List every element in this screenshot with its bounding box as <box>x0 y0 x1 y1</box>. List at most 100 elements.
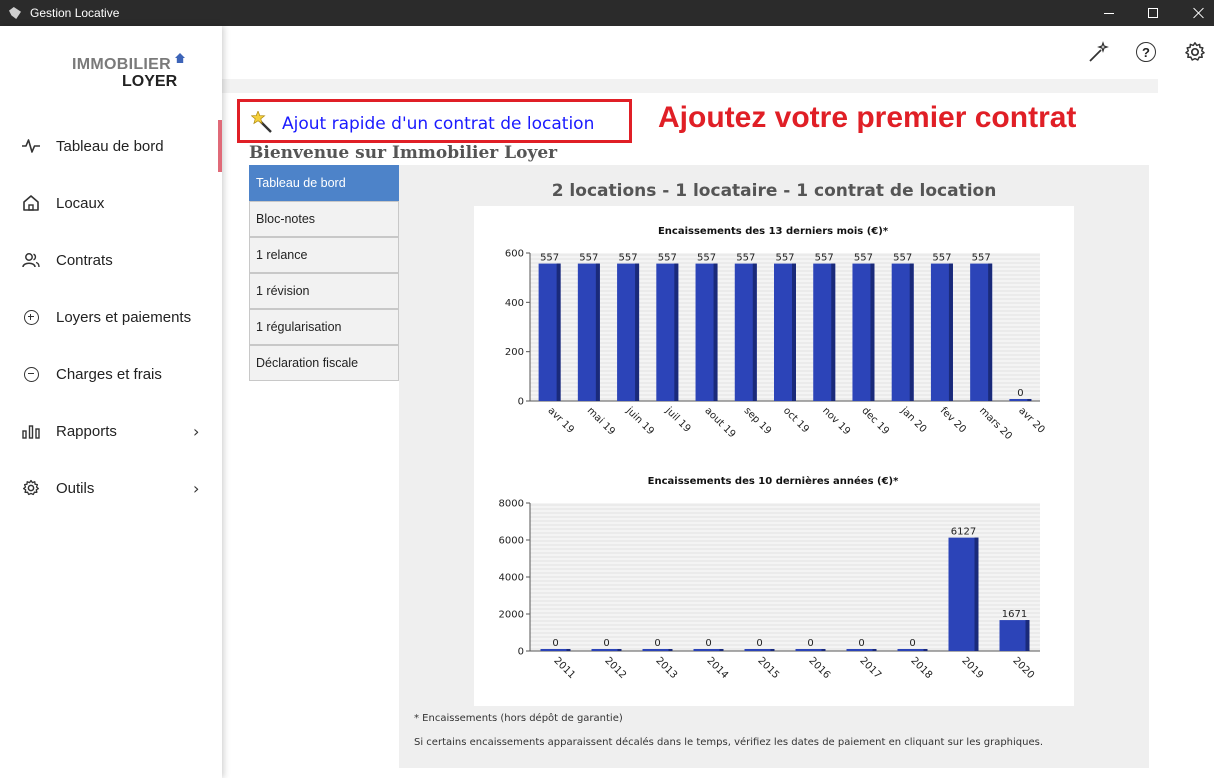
magic-wand-icon <box>1089 41 1109 62</box>
x-tick-label: 2020 <box>1010 655 1036 681</box>
sidebar-item-charges-et-frais[interactable]: Charges et frais <box>0 348 222 400</box>
x-tick-label: nov 19 <box>820 405 852 437</box>
y-tick-label: 8000 <box>499 499 524 510</box>
plus-circle-icon <box>22 308 40 326</box>
bar-shade <box>1027 399 1032 401</box>
sidebar-item-locaux[interactable]: Locaux <box>0 177 222 229</box>
tab-relance[interactable]: 1 relance <box>249 237 399 273</box>
charts-svg: Encaissements des 13 derniers mois (€)* 0… <box>499 226 1047 681</box>
data-label: 0 <box>552 638 558 649</box>
bar-shade <box>923 649 928 651</box>
close-icon <box>1193 7 1205 19</box>
y-tick-label: 4000 <box>499 573 524 584</box>
data-label: 557 <box>893 253 912 264</box>
bar[interactable] <box>693 649 724 651</box>
data-label: 6127 <box>951 527 976 538</box>
sidebar-item-label: Loyers et paiements <box>56 308 192 326</box>
bar-shade <box>870 263 875 401</box>
data-label: 557 <box>736 253 755 264</box>
footnote-2: Si certains encaissements apparaissent d… <box>414 737 1044 748</box>
x-tick-label: mars 20 <box>977 405 1014 442</box>
x-tick-label: fev 20 <box>938 405 968 435</box>
x-tick-label: aout 19 <box>702 405 737 440</box>
data-label: 557 <box>815 253 834 264</box>
bar[interactable] <box>795 649 826 651</box>
bar-chart-icon <box>22 422 40 440</box>
header-divider <box>222 79 1158 93</box>
x-tick-label: 2019 <box>959 655 985 681</box>
bar-shade <box>635 263 640 401</box>
bar-shade <box>909 263 914 401</box>
bar-shade <box>770 649 775 651</box>
bar[interactable] <box>540 649 571 651</box>
bar[interactable] <box>642 649 673 651</box>
data-label: 0 <box>705 638 711 649</box>
sidebar-item-contrats[interactable]: Contrats <box>0 234 222 286</box>
bar[interactable] <box>948 537 979 651</box>
data-label: 0 <box>807 638 813 649</box>
tab-tableau-de-bord[interactable]: Tableau de bord <box>249 165 399 201</box>
sidebar-item-label: Tableau de bord <box>56 137 164 155</box>
sidebar-item-label: Contrats <box>56 251 113 269</box>
y-tick-label: 2000 <box>499 610 524 621</box>
x-tick-label: mai 19 <box>585 405 617 437</box>
help-button[interactable]: ? <box>1134 40 1158 64</box>
tab-regularisation[interactable]: 1 régularisation <box>249 309 399 345</box>
bar-shade <box>831 263 836 401</box>
tab-declaration-fiscale[interactable]: Déclaration fiscale <box>249 345 399 381</box>
x-tick-label: 2013 <box>653 655 679 681</box>
annotation-text: Ajoutez votre premier contrat <box>658 101 1077 134</box>
data-label: 557 <box>972 253 991 264</box>
y-tick-label: 200 <box>505 347 524 358</box>
tab-revision[interactable]: 1 révision <box>249 273 399 309</box>
bar[interactable] <box>999 620 1030 651</box>
charts-area: Encaissements des 13 derniers mois (€)* 0… <box>474 206 1074 706</box>
sidebar-item-label: Locaux <box>56 194 105 212</box>
x-tick-label: 2014 <box>704 655 730 681</box>
magic-wand-button[interactable] <box>1086 40 1110 64</box>
quick-add-contract-link[interactable]: Ajout rapide d'un contrat de location <box>282 114 594 134</box>
sidebar-item-label: Charges et frais <box>56 365 162 383</box>
x-tick-label: juin 19 <box>623 405 656 438</box>
bar[interactable] <box>897 649 928 651</box>
data-label: 0 <box>756 638 762 649</box>
gear-icon <box>22 479 40 497</box>
settings-button[interactable] <box>1183 40 1207 64</box>
x-tick-label: juil 19 <box>662 405 692 435</box>
bar-shade <box>713 263 718 401</box>
sidebar-item-tableau-de-bord[interactable]: Tableau de bord <box>0 120 222 172</box>
bar[interactable] <box>591 649 622 651</box>
bar-shade <box>821 649 826 651</box>
bar-shade <box>752 263 757 401</box>
logo-line2: LOYER <box>122 73 178 90</box>
minimize-button[interactable] <box>1086 0 1132 26</box>
x-tick-label: 2017 <box>857 655 883 681</box>
x-tick-label: 2015 <box>755 655 781 681</box>
bar-shade <box>595 263 600 401</box>
bar[interactable] <box>744 649 775 651</box>
bar[interactable] <box>846 649 877 651</box>
sidebar-item-label: Outils <box>56 479 95 497</box>
summary-title: 2 locations - 1 locataire - 1 contrat de… <box>551 181 997 201</box>
logo-line1: IMMOBILIER <box>72 56 171 73</box>
chart-title: Encaissements des 13 derniers mois (€)* <box>658 226 889 237</box>
welcome-title: Bienvenue sur Immobilier Loyer <box>249 143 558 163</box>
sidebar-item-loyers-et-paiements[interactable]: Loyers et paiements <box>0 291 222 343</box>
x-tick-label: 2012 <box>602 655 628 681</box>
data-label: 557 <box>658 253 677 264</box>
maximize-button[interactable] <box>1130 0 1176 26</box>
bar-shade <box>719 649 724 651</box>
users-icon <box>22 251 40 269</box>
window-titlebar: Gestion Locative <box>0 0 1214 26</box>
chevron-right-icon: › <box>193 478 200 498</box>
minus-circle-icon <box>22 365 40 383</box>
sidebar-item-rapports[interactable]: Rapports › <box>0 405 222 457</box>
window-title: Gestion Locative <box>30 6 120 20</box>
close-button[interactable] <box>1176 0 1214 26</box>
tab-bloc-notes[interactable]: Bloc-notes <box>249 201 399 237</box>
data-label: 557 <box>619 253 638 264</box>
sidebar-item-label: Rapports <box>56 422 117 440</box>
data-label: 557 <box>579 253 598 264</box>
sidebar-item-outils[interactable]: Outils › <box>0 462 222 514</box>
maximize-icon <box>1148 8 1158 18</box>
